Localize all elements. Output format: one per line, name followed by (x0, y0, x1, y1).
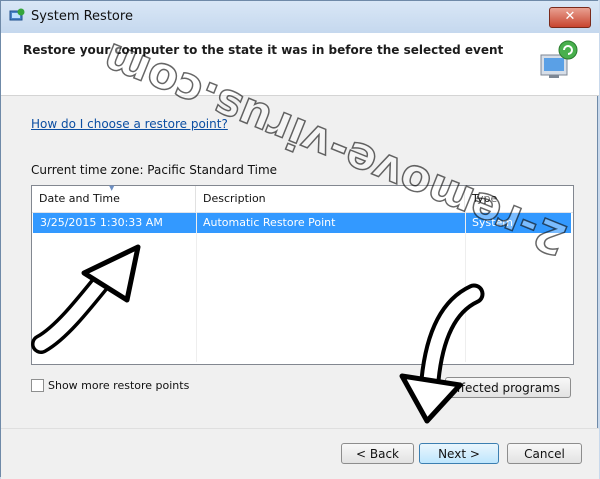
scan-affected-programs-button[interactable]: affected programs (445, 377, 571, 398)
help-link[interactable]: How do I choose a restore point? (31, 117, 228, 131)
page-title: Restore your computer to the state it wa… (23, 43, 504, 57)
show-more-checkbox[interactable] (31, 379, 44, 392)
column-header-type[interactable]: Type (465, 186, 573, 212)
sort-arrow-icon: ▼ (109, 184, 115, 192)
column-divider (465, 212, 466, 362)
cell-description: Automatic Restore Point (203, 216, 336, 229)
cell-type: System (472, 216, 514, 229)
table-row[interactable]: 3/25/2015 1:30:33 AM Automatic Restore P… (33, 213, 571, 233)
footer: < Back Next > Cancel (1, 428, 599, 479)
cancel-button[interactable]: Cancel (507, 443, 582, 464)
table-header: Date and Time ▼ Description Type (32, 184, 573, 213)
column-header-description[interactable]: Description (196, 186, 465, 212)
back-button[interactable]: < Back (341, 443, 414, 464)
timezone-label: Current time zone: Pacific Standard Time (31, 163, 278, 177)
system-restore-icon (9, 8, 25, 21)
cell-date: 3/25/2015 1:30:33 AM (40, 216, 163, 229)
close-button[interactable]: ✕ (549, 7, 591, 28)
header-panel: Restore your computer to the state it wa… (1, 33, 599, 96)
next-button[interactable]: Next > (419, 443, 499, 464)
system-restore-window: System Restore ✕ Restore your computer t… (0, 0, 599, 479)
title-bar: System Restore ✕ (1, 1, 599, 34)
show-more-label: Show more restore points (48, 379, 190, 392)
window-title: System Restore (31, 9, 133, 24)
restore-points-table[interactable]: Date and Time ▼ Description Type 3/25/20… (31, 184, 574, 365)
system-restore-icon (540, 40, 578, 78)
column-divider (196, 212, 197, 362)
